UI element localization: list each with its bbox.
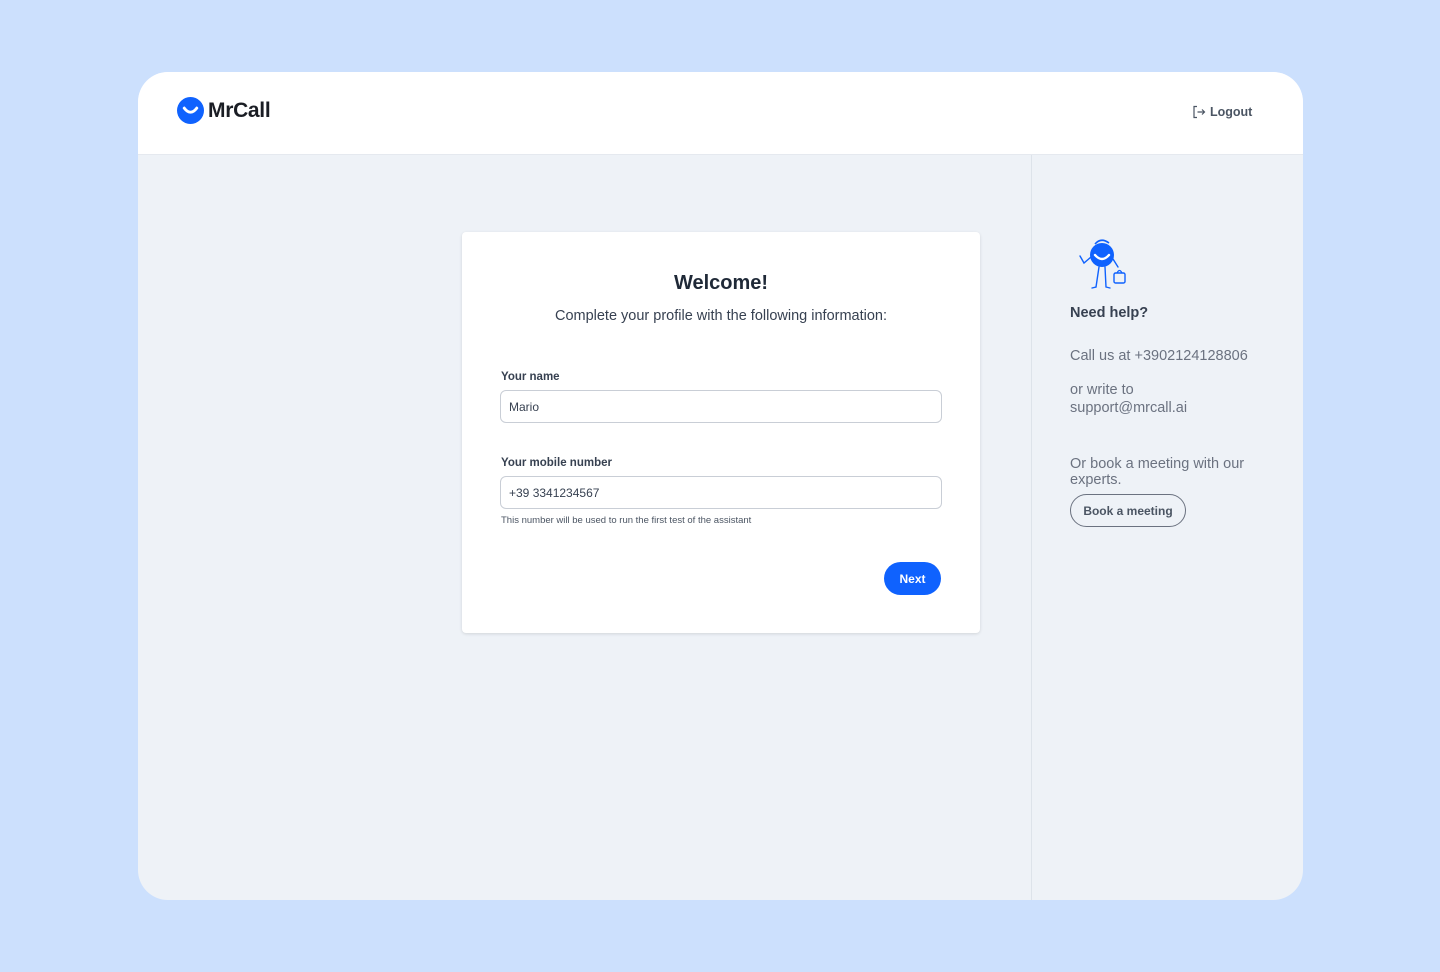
- top-header: MrCall Logout: [138, 72, 1303, 155]
- next-button[interactable]: Next: [884, 562, 941, 595]
- name-input[interactable]: [500, 390, 942, 423]
- help-title: Need help?: [1070, 305, 1149, 321]
- page-subtitle: Complete your profile with the following…: [554, 308, 888, 324]
- phone-input[interactable]: [500, 476, 942, 509]
- help-sidebar: Need help? Call us at +3902124128806 or …: [1031, 155, 1303, 900]
- book-meeting-button[interactable]: Book a meeting: [1070, 494, 1186, 527]
- page-title: Welcome!: [673, 272, 769, 294]
- logout-icon: [1193, 105, 1206, 119]
- call-text: Call us at +3902124128806: [1070, 348, 1248, 364]
- write-text: or write to support@mrcall.ai: [1070, 382, 1188, 416]
- brand-name: MrCall: [208, 98, 271, 122]
- app-window: MrCall Logout Welcome! Complete your pro…: [138, 72, 1303, 900]
- logout-button[interactable]: Logout: [1192, 105, 1252, 119]
- logout-label: Logout: [1210, 105, 1253, 119]
- phone-hint: This number will be used to run the firs…: [501, 515, 752, 526]
- brand-logo[interactable]: MrCall: [177, 97, 271, 124]
- phone-label: Your mobile number: [501, 457, 612, 469]
- profile-form-card: Welcome! Complete your profile with the …: [462, 232, 980, 633]
- mascot-illustration-icon: [1079, 239, 1126, 289]
- mrcall-logo-icon: [177, 97, 204, 124]
- name-label: Your name: [501, 371, 560, 383]
- meeting-text: Or book a meeting with our experts.: [1070, 456, 1245, 488]
